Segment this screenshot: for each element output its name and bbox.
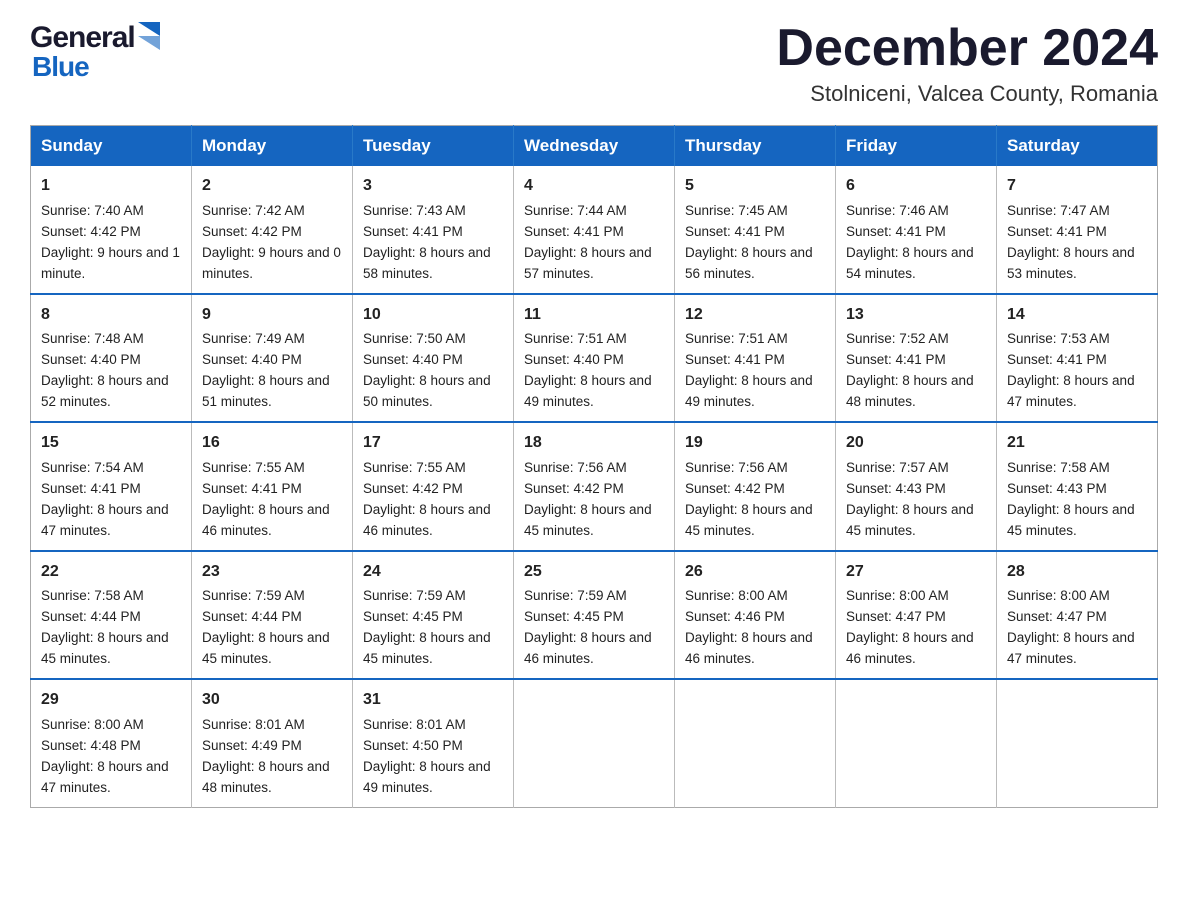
day-number: 3 [363,174,503,199]
logo-blue-text: Blue [32,51,89,83]
day-number: 23 [202,560,342,585]
day-number: 1 [41,174,181,199]
calendar-table: SundayMondayTuesdayWednesdayThursdayFrid… [30,125,1158,807]
logo: General Blue [30,20,160,83]
day-number: 5 [685,174,825,199]
calendar-cell: 5Sunrise: 7:45 AMSunset: 4:41 PMDaylight… [675,166,836,293]
col-header-saturday: Saturday [997,126,1158,167]
calendar-week-row: 1Sunrise: 7:40 AMSunset: 4:42 PMDaylight… [31,166,1158,293]
calendar-cell: 23Sunrise: 7:59 AMSunset: 4:44 PMDayligh… [192,551,353,679]
day-number: 19 [685,431,825,456]
day-number: 15 [41,431,181,456]
day-number: 13 [846,303,986,328]
logo-arrow-icon [138,22,160,55]
calendar-cell: 26Sunrise: 8:00 AMSunset: 4:46 PMDayligh… [675,551,836,679]
day-number: 2 [202,174,342,199]
day-number: 6 [846,174,986,199]
location-title: Stolniceni, Valcea County, Romania [776,81,1158,107]
day-number: 24 [363,560,503,585]
day-number: 27 [846,560,986,585]
calendar-cell: 10Sunrise: 7:50 AMSunset: 4:40 PMDayligh… [353,294,514,422]
calendar-cell: 13Sunrise: 7:52 AMSunset: 4:41 PMDayligh… [836,294,997,422]
title-area: December 2024 Stolniceni, Valcea County,… [776,20,1158,107]
calendar-cell: 6Sunrise: 7:46 AMSunset: 4:41 PMDaylight… [836,166,997,293]
calendar-cell: 18Sunrise: 7:56 AMSunset: 4:42 PMDayligh… [514,422,675,550]
calendar-header-row: SundayMondayTuesdayWednesdayThursdayFrid… [31,126,1158,167]
day-number: 28 [1007,560,1147,585]
calendar-cell: 20Sunrise: 7:57 AMSunset: 4:43 PMDayligh… [836,422,997,550]
calendar-cell: 17Sunrise: 7:55 AMSunset: 4:42 PMDayligh… [353,422,514,550]
calendar-cell: 24Sunrise: 7:59 AMSunset: 4:45 PMDayligh… [353,551,514,679]
calendar-cell: 27Sunrise: 8:00 AMSunset: 4:47 PMDayligh… [836,551,997,679]
day-number: 26 [685,560,825,585]
calendar-cell: 8Sunrise: 7:48 AMSunset: 4:40 PMDaylight… [31,294,192,422]
calendar-cell: 9Sunrise: 7:49 AMSunset: 4:40 PMDaylight… [192,294,353,422]
calendar-cell: 4Sunrise: 7:44 AMSunset: 4:41 PMDaylight… [514,166,675,293]
calendar-cell: 21Sunrise: 7:58 AMSunset: 4:43 PMDayligh… [997,422,1158,550]
calendar-cell: 28Sunrise: 8:00 AMSunset: 4:47 PMDayligh… [997,551,1158,679]
day-number: 22 [41,560,181,585]
day-number: 10 [363,303,503,328]
logo-general-text: General [30,21,135,55]
calendar-cell: 14Sunrise: 7:53 AMSunset: 4:41 PMDayligh… [997,294,1158,422]
page-header: General Blue December 2024 Stolniceni, V… [30,20,1158,107]
day-number: 21 [1007,431,1147,456]
day-number: 7 [1007,174,1147,199]
logo-icon: General [30,20,160,55]
calendar-cell: 15Sunrise: 7:54 AMSunset: 4:41 PMDayligh… [31,422,192,550]
calendar-cell [514,679,675,807]
calendar-week-row: 8Sunrise: 7:48 AMSunset: 4:40 PMDaylight… [31,294,1158,422]
calendar-cell: 2Sunrise: 7:42 AMSunset: 4:42 PMDaylight… [192,166,353,293]
day-number: 14 [1007,303,1147,328]
day-number: 18 [524,431,664,456]
day-number: 31 [363,688,503,713]
col-header-friday: Friday [836,126,997,167]
calendar-cell: 11Sunrise: 7:51 AMSunset: 4:40 PMDayligh… [514,294,675,422]
day-number: 25 [524,560,664,585]
calendar-cell: 3Sunrise: 7:43 AMSunset: 4:41 PMDaylight… [353,166,514,293]
day-number: 30 [202,688,342,713]
calendar-cell: 7Sunrise: 7:47 AMSunset: 4:41 PMDaylight… [997,166,1158,293]
calendar-cell: 16Sunrise: 7:55 AMSunset: 4:41 PMDayligh… [192,422,353,550]
day-number: 4 [524,174,664,199]
day-number: 16 [202,431,342,456]
calendar-week-row: 22Sunrise: 7:58 AMSunset: 4:44 PMDayligh… [31,551,1158,679]
col-header-wednesday: Wednesday [514,126,675,167]
calendar-cell [997,679,1158,807]
day-number: 17 [363,431,503,456]
calendar-cell: 25Sunrise: 7:59 AMSunset: 4:45 PMDayligh… [514,551,675,679]
col-header-tuesday: Tuesday [353,126,514,167]
col-header-thursday: Thursday [675,126,836,167]
col-header-sunday: Sunday [31,126,192,167]
calendar-cell [836,679,997,807]
calendar-cell: 30Sunrise: 8:01 AMSunset: 4:49 PMDayligh… [192,679,353,807]
day-number: 11 [524,303,664,328]
calendar-cell: 22Sunrise: 7:58 AMSunset: 4:44 PMDayligh… [31,551,192,679]
calendar-cell: 12Sunrise: 7:51 AMSunset: 4:41 PMDayligh… [675,294,836,422]
calendar-cell: 31Sunrise: 8:01 AMSunset: 4:50 PMDayligh… [353,679,514,807]
calendar-cell: 1Sunrise: 7:40 AMSunset: 4:42 PMDaylight… [31,166,192,293]
day-number: 29 [41,688,181,713]
calendar-week-row: 29Sunrise: 8:00 AMSunset: 4:48 PMDayligh… [31,679,1158,807]
calendar-cell: 29Sunrise: 8:00 AMSunset: 4:48 PMDayligh… [31,679,192,807]
day-number: 12 [685,303,825,328]
calendar-week-row: 15Sunrise: 7:54 AMSunset: 4:41 PMDayligh… [31,422,1158,550]
day-number: 8 [41,303,181,328]
col-header-monday: Monday [192,126,353,167]
day-number: 9 [202,303,342,328]
calendar-cell [675,679,836,807]
month-title: December 2024 [776,20,1158,77]
calendar-cell: 19Sunrise: 7:56 AMSunset: 4:42 PMDayligh… [675,422,836,550]
day-number: 20 [846,431,986,456]
